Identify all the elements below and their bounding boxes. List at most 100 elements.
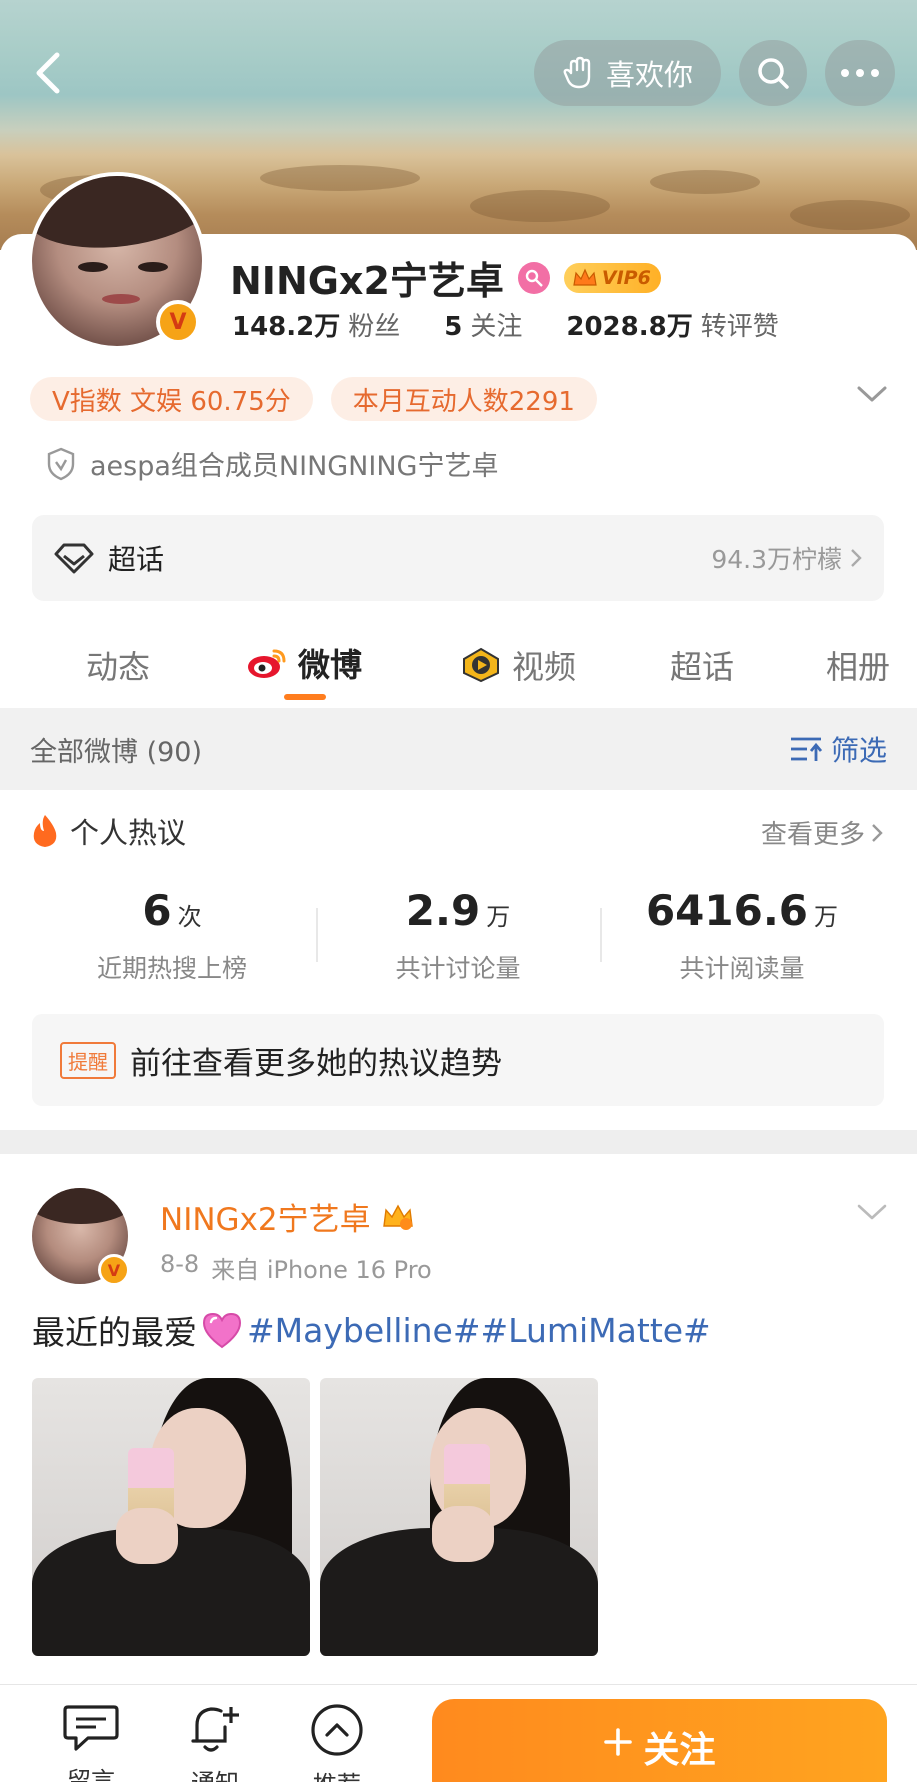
profile-name: NINGx2宁艺卓 [230,259,504,303]
tab-label: 视频 [512,648,577,686]
post-author-name[interactable]: NINGx2宁艺卓 [160,1194,371,1239]
section-separator [0,1130,917,1154]
tab-label: 超话 [670,648,735,686]
tab-album[interactable]: 相册 [826,642,890,688]
all-weibo-count[interactable]: 全部微博 (90) [30,730,202,769]
notify-button[interactable]: 通知 [170,1703,260,1782]
hot-stat-unit: 万 [486,903,511,931]
see-more-link[interactable]: 查看更多 [761,814,883,851]
crown-icon [573,268,597,286]
filter-bar: 全部微博 (90) 筛选 [0,708,917,790]
supertopic-count-text: 94.3万柠檬 [711,545,842,574]
hot-stat-number: 6 [142,886,172,935]
post-image[interactable] [320,1378,598,1656]
message-bubble-icon [63,1705,119,1751]
supertopic-count: 94.3万柠檬 [711,540,862,576]
comment-label: 留言 [67,1767,115,1782]
banner-texture [650,170,760,194]
photo-hand [116,1508,178,1564]
hot-stat-trending[interactable]: 6次 近期热搜上榜 [32,886,312,985]
hot-stat-unit: 万 [814,903,839,931]
notify-label: 通知 [191,1763,239,1782]
tab-video[interactable]: 视频 [460,642,576,688]
pink-heart-icon [202,1312,242,1349]
hot-stat-label: 共计讨论量 [395,954,521,983]
hot-discussion-header: 个人热议 [30,810,186,852]
post-author-row: NINGx2宁艺卓 [160,1194,415,1239]
stat-label: 粉丝 [348,312,401,342]
certification-text: aespa组合成员NINGNING宁艺卓 [90,451,499,482]
comment-button[interactable]: 留言 [46,1703,136,1782]
avatar-eye [138,262,168,272]
chevron-down-icon[interactable] [856,1202,888,1222]
more-options-button[interactable] [825,40,895,106]
filter-icon [790,737,823,761]
profile-chips: V指数 文娱 60.75分 本月互动人数2291 [30,377,597,421]
avatar-lips [102,294,140,304]
chevron-right-icon [851,549,862,567]
stat-followers[interactable]: 148.2万 粉丝 [232,306,400,343]
stat-label: 转评赞 [700,312,779,342]
post-meta: 8-8 来自 iPhone 16 Pro [160,1250,432,1285]
follow-label: 关注 [643,1730,716,1771]
stat-value: 148.2万 [232,312,341,342]
profile-name-row: NINGx2宁艺卓 VIP6 [230,250,661,305]
stat-following[interactable]: 5 关注 [444,306,522,343]
chevron-right-icon [872,823,883,842]
vip-level-label: VIP6 [601,266,651,289]
v-index-chip[interactable]: V指数 文娱 60.75分 [30,377,313,421]
avatar-eye [78,262,108,272]
stat-value: 2028.8万 [566,312,693,342]
monthly-interaction-chip[interactable]: 本月互动人数2291 [330,377,597,421]
tab-weibo[interactable]: 微博 [246,640,362,686]
vip-badge[interactable]: VIP6 [563,262,661,293]
bottom-action-bar: 留言 通知 推荐 关注 [0,1684,917,1782]
banner-texture [790,200,910,230]
supertopic-entry[interactable]: 超话 94.3万柠檬 [32,515,884,601]
stat-interactions[interactable]: 2028.8万 转评赞 [566,306,778,343]
search-button[interactable] [739,40,807,106]
tab-label: 微博 [298,646,363,684]
hot-stat-label: 共计阅读量 [679,954,805,983]
shield-icon [47,447,75,480]
tab-supertopic[interactable]: 超话 [670,642,734,688]
weibo-post[interactable]: V NINGx2宁艺卓 8-8 来自 iPhone 16 Pro 最近的最爱 #… [0,1154,917,1684]
hot-discussion-title: 个人热议 [70,816,187,850]
like-you-button[interactable]: 喜欢你 [534,40,721,106]
profile-stats: 148.2万 粉丝 5 关注 2028.8万 转评赞 [232,306,779,343]
trend-reminder-banner[interactable]: 提醒 前往查看更多她的热议趋势 [32,1014,884,1106]
filter-label: 筛选 [830,734,887,767]
tab-label: 相册 [826,648,891,686]
recommend-button[interactable]: 推荐 [292,1703,382,1782]
like-you-label: 喜欢你 [605,58,693,92]
filter-button[interactable]: 筛选 [789,729,887,769]
post-body: 最近的最爱 #Maybelline##LumiMatte# [32,1306,711,1354]
stat-value: 5 [444,312,463,342]
chevron-down-icon[interactable] [856,384,888,404]
stat-label: 关注 [470,312,523,342]
hot-discussion-section: 个人热议 查看更多 6次 近期热搜上榜 2.9 万 共计讨论量 6416.6 万 共… [0,790,917,1130]
female-gender-icon [517,261,550,294]
tab-label: 动态 [86,648,151,686]
supertopic-label: 超话 [108,543,165,576]
post-source: 来自 iPhone 16 Pro [211,1256,432,1284]
post-image[interactable] [32,1378,310,1656]
hand-wave-icon [563,56,591,89]
weibo-logo-icon [248,649,286,678]
certification-row: aespa组合成员NINGNING宁艺卓 [46,444,498,483]
follow-button[interactable]: 关注 [432,1699,887,1782]
reminder-text: 前往查看更多她的热议趋势 [130,1045,502,1082]
post-date: 8-8 [160,1250,200,1278]
hot-stat-discussion[interactable]: 2.9 万 共计讨论量 [318,886,598,985]
post-hashtags-link[interactable]: #Maybelline##LumiMatte# [247,1311,711,1350]
back-button[interactable] [18,40,78,106]
hot-stat-reads[interactable]: 6416.6 万 共计阅读量 [602,886,882,985]
post-text: 最近的最爱 [32,1313,197,1352]
hot-stat-label: 近期热搜上榜 [96,954,247,983]
hot-stat-number: 2.9 [405,886,481,935]
search-icon [758,58,789,89]
tab-dynamics[interactable]: 动态 [86,642,150,688]
photo-hand [432,1506,494,1562]
recommend-label: 推荐 [313,1765,361,1782]
video-icon [463,647,499,683]
